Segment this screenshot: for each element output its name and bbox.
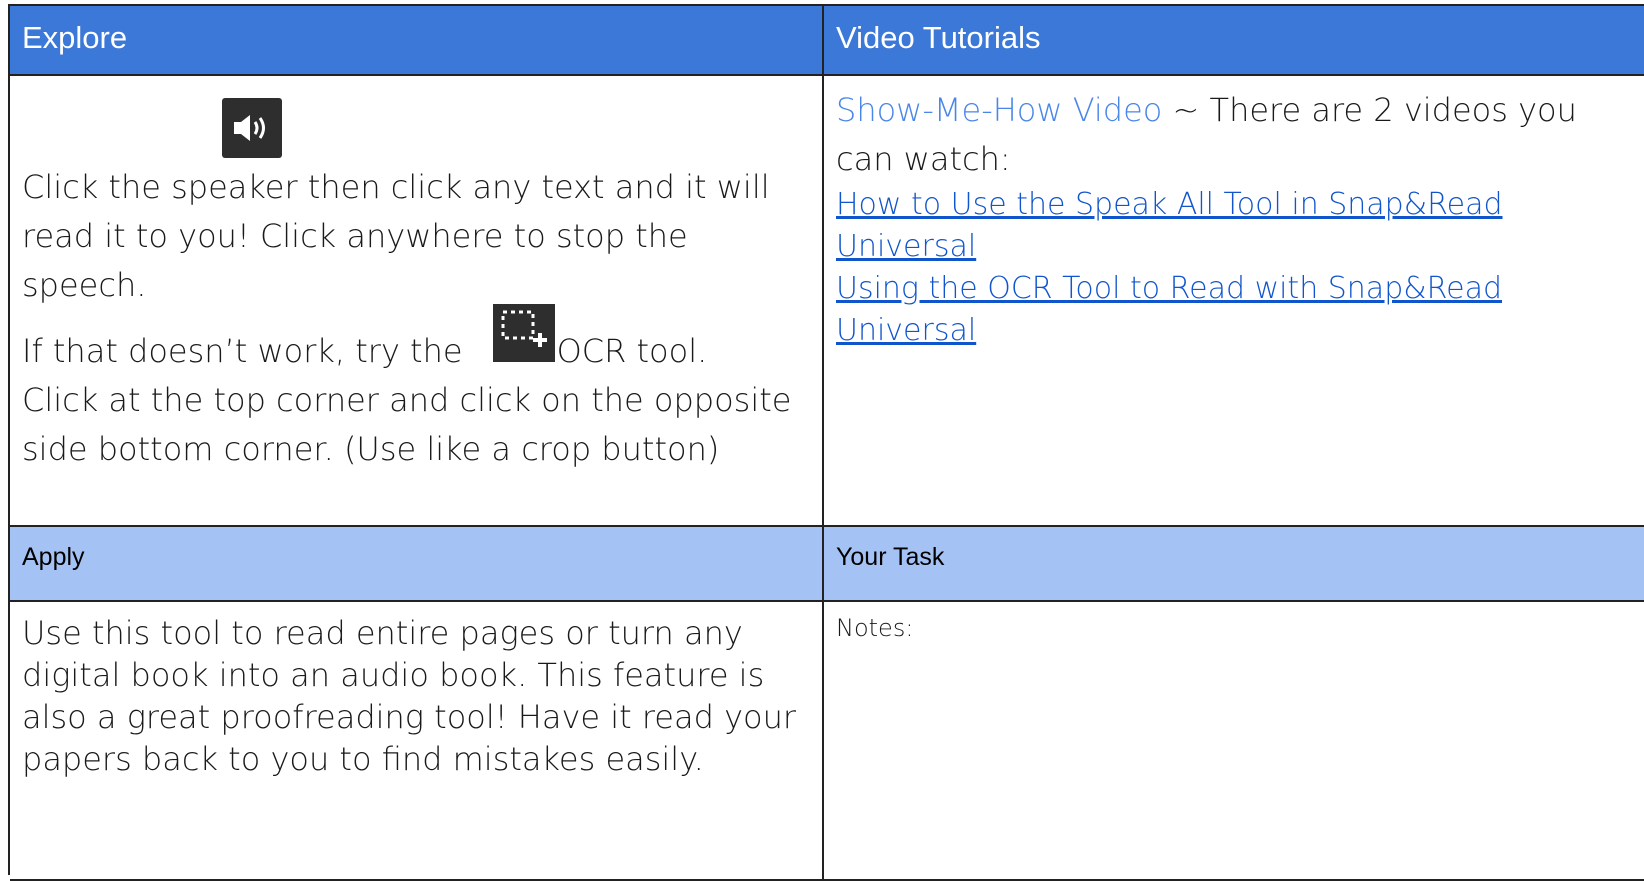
notes-label: Notes:	[836, 614, 914, 642]
ocr-crop-glyph	[501, 310, 547, 347]
apply-heading: Apply	[10, 527, 824, 602]
speaker-icon[interactable]	[222, 98, 282, 158]
speaker-glyph	[234, 115, 265, 141]
explore-instructions: Click the speaker then click any text an…	[22, 163, 812, 474]
video-link-ocr-tool[interactable]: Using the OCR Tool to Read with Snap&Rea…	[836, 268, 1636, 352]
explore-heading: Explore	[10, 6, 824, 76]
apply-body: Use this tool to read entire pages or tu…	[22, 614, 797, 778]
lesson-table: Explore Video Tutorials Click the speake…	[8, 4, 1644, 881]
explore-line-2-after: OCR tool.	[556, 332, 708, 370]
video-tutorials-heading: Video Tutorials	[824, 6, 1644, 76]
show-me-how-link[interactable]: Show-Me-How Video	[836, 91, 1162, 129]
video-tutorials-cell: Show-Me-How Video ~ There are 2 videos y…	[824, 76, 1644, 527]
ocr-crop-icon[interactable]	[492, 304, 555, 362]
explore-line-1: Click the speaker then click any text an…	[22, 168, 770, 304]
video-link-speak-all[interactable]: How to Use the Speak All Tool in Snap&Re…	[836, 184, 1636, 268]
video-intro: Show-Me-How Video ~ There are 2 videos y…	[836, 86, 1636, 352]
explore-line-2-before: If that doesn’t work, try the	[22, 332, 463, 370]
your-task-cell[interactable]: Notes:	[824, 602, 1644, 881]
explore-cell: Click the speaker then click any text an…	[10, 76, 824, 527]
explore-line-3: Click at the top corner and click on the…	[22, 381, 792, 468]
apply-cell: Use this tool to read entire pages or tu…	[10, 602, 824, 881]
your-task-heading: Your Task	[824, 527, 1644, 602]
